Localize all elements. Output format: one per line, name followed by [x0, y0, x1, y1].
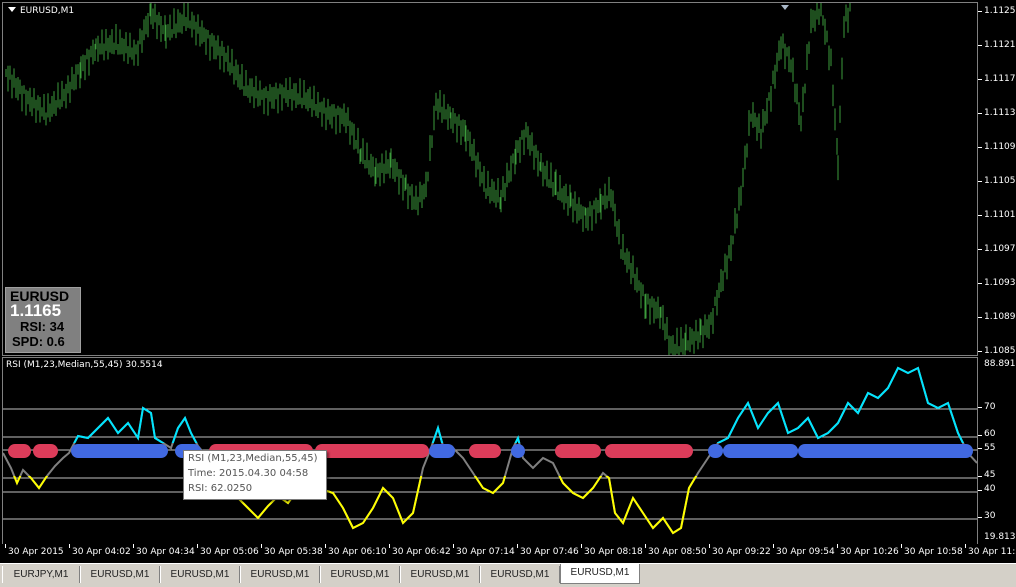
- time-label: 30 Apr 07:14: [456, 547, 515, 557]
- time-tick: [389, 544, 390, 548]
- time-tick: [261, 544, 262, 548]
- rsi-max-label: 88.8911: [984, 359, 1016, 369]
- time-tick: [837, 544, 838, 548]
- time-label: 30 Apr 09:22: [712, 547, 771, 557]
- price-label: 1.10896: [984, 312, 1016, 322]
- indicator-label: RSI (M1,23,Median,55,45) 30.5514: [6, 360, 163, 370]
- level-tick: [978, 407, 982, 408]
- price-tick: [978, 215, 982, 216]
- time-label: 30 Apr 06:10: [328, 547, 387, 557]
- time-tick: [901, 544, 902, 548]
- rsi-indicator-pane[interactable]: [2, 357, 978, 545]
- tooltip-line-1: RSI (M1,23,Median,55,45): [188, 453, 318, 464]
- info-rsi: RSI: 34: [20, 319, 65, 334]
- level-label-60: 60: [984, 429, 996, 439]
- price-bars: [5, 3, 851, 355]
- level-tick: [978, 490, 982, 491]
- price-tick: [978, 249, 982, 250]
- tab-eurusd-m1-active[interactable]: EURUSD,M1: [560, 564, 640, 584]
- time-label: 30 Apr 04:34: [136, 547, 195, 557]
- time-tick: [325, 544, 326, 548]
- level-label-55: 55: [984, 443, 996, 453]
- price-label: 1.10936: [984, 278, 1016, 288]
- tab-eurusd-m1[interactable]: EURUSD,M1: [480, 566, 560, 583]
- time-label: 30 Apr 11:30: [968, 547, 1016, 557]
- level-tick: [978, 517, 982, 518]
- price-label: 1.11216: [984, 40, 1016, 50]
- time-label: 30 Apr 07:46: [520, 547, 579, 557]
- price-label: 1.11176: [984, 74, 1016, 84]
- time-label: 30 Apr 04:02: [72, 547, 131, 557]
- time-tick: [69, 544, 70, 548]
- rsi-scale[interactable]: 88.8911 70 60 55 45 40 30 19.8138: [978, 357, 1016, 543]
- level-tick: [978, 448, 982, 449]
- time-label: 30 Apr 08:50: [648, 547, 707, 557]
- price-tick: [978, 147, 982, 148]
- rsi-min-label: 19.8138: [984, 532, 1016, 542]
- info-price: 1.1165: [10, 301, 62, 320]
- time-tick: [965, 544, 966, 548]
- time-label: 30 Apr 06:42: [392, 547, 451, 557]
- price-label: 1.11256: [984, 6, 1016, 16]
- tooltip-line-3: RSI: 62.0250: [188, 483, 253, 494]
- time-tick: [581, 544, 582, 548]
- tab-eurusd-m1[interactable]: EURUSD,M1: [320, 566, 400, 583]
- info-spread: SPD: 0.6: [12, 334, 65, 349]
- time-label: 30 Apr 2015: [8, 547, 64, 557]
- time-label: 30 Apr 08:18: [584, 547, 643, 557]
- price-label: 1.10856: [984, 346, 1016, 356]
- level-label-70: 70: [984, 402, 996, 412]
- time-tick: [517, 544, 518, 548]
- price-tick: [978, 181, 982, 182]
- price-tick: [978, 283, 982, 284]
- time-tick: [453, 544, 454, 548]
- price-label: 1.11016: [984, 210, 1016, 220]
- time-tick: [773, 544, 774, 548]
- price-tick: [978, 113, 982, 114]
- time-label: 30 Apr 09:54: [776, 547, 835, 557]
- level-label-45: 45: [984, 470, 996, 480]
- chart-menu-icon[interactable]: [8, 7, 16, 12]
- price-tick: [978, 45, 982, 46]
- price-tick: [978, 317, 982, 318]
- tab-eurusd-m1[interactable]: EURUSD,M1: [240, 566, 320, 583]
- price-label: 1.11136: [984, 108, 1016, 118]
- time-tick: [5, 544, 6, 548]
- time-tick: [133, 544, 134, 548]
- tab-eurusd-m1[interactable]: EURUSD,M1: [80, 566, 160, 583]
- price-label: 1.11056: [984, 176, 1016, 186]
- tooltip-line-2: Time: 2015.04.30 04:58: [188, 468, 309, 479]
- price-chart-pane[interactable]: [2, 2, 978, 356]
- time-tick: [645, 544, 646, 548]
- chart-title: EURUSD,M1: [8, 6, 74, 16]
- time-tick: [709, 544, 710, 548]
- price-tick: [978, 351, 982, 352]
- price-tick: [978, 79, 982, 80]
- tab-eurjpy-m1[interactable]: EURJPY,M1: [2, 566, 80, 583]
- tab-eurusd-m1[interactable]: EURUSD,M1: [160, 566, 240, 583]
- time-label: 30 Apr 05:06: [200, 547, 259, 557]
- level-tick: [978, 476, 982, 477]
- level-label-40: 40: [984, 484, 996, 494]
- time-label: 30 Apr 05:38: [264, 547, 323, 557]
- level-label-30: 30: [984, 511, 996, 521]
- chart-tab-bar: EURJPY,M1 EURUSD,M1 EURUSD,M1 EURUSD,M1 …: [0, 563, 1016, 587]
- time-label: 30 Apr 10:58: [904, 547, 963, 557]
- price-tick: [978, 11, 982, 12]
- info-box: EURUSD 1.1165 RSI: 34 SPD: 0.6: [5, 287, 81, 353]
- level-tick: [978, 435, 982, 436]
- time-label: 30 Apr 10:26: [840, 547, 899, 557]
- price-label: 1.10976: [984, 244, 1016, 254]
- time-tick: [197, 544, 198, 548]
- price-scale[interactable]: 1.11256 1.11216 1.11176 1.11136 1.11096 1.110…: [978, 2, 1016, 356]
- time-axis: 30 Apr 2015 30 Apr 04:02 30 Apr 04:34 30 Ap…: [2, 544, 1016, 562]
- tab-eurusd-m1[interactable]: EURUSD,M1: [400, 566, 480, 583]
- indicator-tooltip: RSI (M1,23,Median,55,45) Time: 2015.04.3…: [183, 450, 327, 500]
- price-label: 1.11096: [984, 142, 1016, 152]
- rsi-plot: [3, 366, 977, 535]
